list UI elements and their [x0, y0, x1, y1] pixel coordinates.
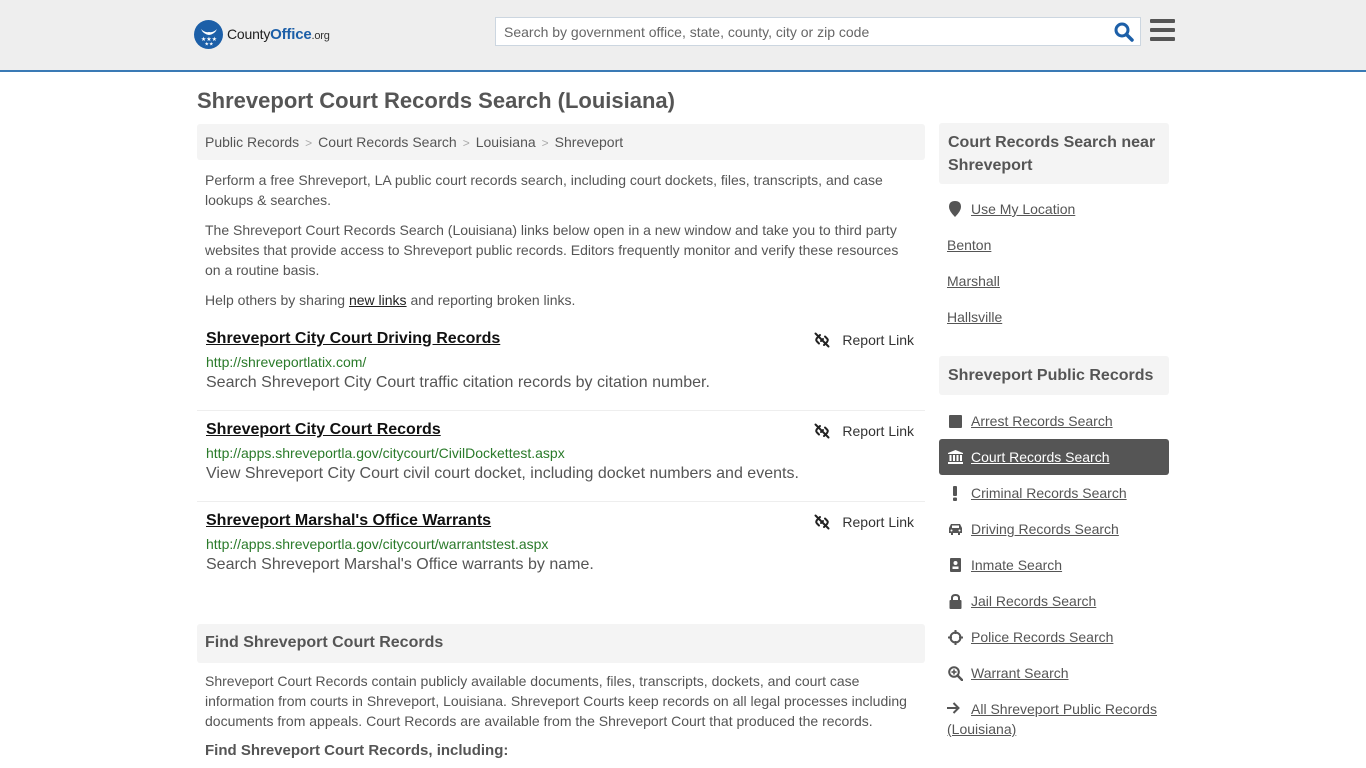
- arrow-right-icon: [947, 699, 963, 719]
- breadcrumb-court-records-search[interactable]: Court Records Search: [318, 134, 457, 150]
- search-icon: [1114, 22, 1134, 42]
- result-url: http://shreveportlatix.com/: [206, 354, 367, 370]
- new-links-link[interactable]: new links: [349, 292, 407, 308]
- find-section-body: Shreveport Court Records contain publicl…: [205, 673, 907, 729]
- breadcrumb-louisiana[interactable]: Louisiana: [476, 134, 536, 150]
- result-url: http://apps.shreveportla.gov/citycourt/w…: [206, 536, 549, 552]
- report-link-button[interactable]: Report Link: [814, 423, 914, 439]
- sidebar-item-driving-records[interactable]: Driving Records Search: [939, 511, 1169, 547]
- public-records-heading: Shreveport Public Records: [939, 356, 1169, 395]
- sidebar-item-court-records[interactable]: Court Records Search: [939, 439, 1169, 475]
- broken-link-icon: [814, 423, 830, 439]
- breadcrumb-separator: >: [305, 136, 313, 150]
- result-item: Shreveport City Court Driving Records ht…: [197, 320, 925, 411]
- result-title-link[interactable]: Shreveport City Court Driving Records: [206, 330, 500, 348]
- intro-paragraph-3: Help others by sharing new links and rep…: [205, 292, 576, 308]
- search-input[interactable]: [496, 18, 1106, 45]
- result-description: Search Shreveport Marshal's Office warra…: [206, 556, 594, 573]
- report-link-button[interactable]: Report Link: [814, 332, 914, 348]
- breadcrumb-shreveport[interactable]: Shreveport: [555, 134, 623, 150]
- nearby-heading: Court Records Search near Shreveport: [939, 123, 1169, 184]
- result-item: Shreveport City Court Records http://app…: [197, 411, 925, 502]
- all-public-records-link[interactable]: All Shreveport Public Records (Louisiana…: [947, 699, 1167, 739]
- result-description: View Shreveport City Court civil court d…: [206, 465, 799, 482]
- search-button[interactable]: [1114, 22, 1134, 42]
- broken-link-icon: [814, 332, 830, 348]
- courthouse-icon: [947, 449, 963, 465]
- eagle-logo-icon: ★★★ ★★: [194, 20, 223, 49]
- sidebar-item-police-records[interactable]: Police Records Search: [939, 619, 1169, 655]
- result-title-link[interactable]: Shreveport City Court Records: [206, 421, 441, 439]
- id-badge-icon: [947, 557, 963, 573]
- nearby-place-benton[interactable]: Benton: [947, 237, 991, 253]
- logo-link[interactable]: ★★★ ★★ CountyOffice.org: [194, 20, 330, 49]
- breadcrumb-public-records[interactable]: Public Records: [205, 134, 299, 150]
- map-marker-icon: [947, 201, 963, 217]
- sidebar-item-inmate-search[interactable]: Inmate Search: [939, 547, 1169, 583]
- square-icon: [947, 413, 963, 429]
- broken-link-icon: [814, 514, 830, 530]
- sidebar-item-criminal-records[interactable]: Criminal Records Search: [939, 475, 1169, 511]
- car-icon: [947, 521, 963, 537]
- result-url: http://apps.shreveportla.gov/citycourt/C…: [206, 445, 565, 461]
- breadcrumb-separator: >: [462, 136, 470, 150]
- lock-icon: [947, 593, 963, 609]
- intro-paragraph-1: Perform a free Shreveport, LA public cou…: [205, 172, 883, 208]
- site-search: [495, 17, 1141, 46]
- logo-wordmark: CountyOffice.org: [227, 26, 330, 43]
- breadcrumb: Public Records > Court Records Search > Loui…: [197, 124, 925, 160]
- nearby-place-marshall[interactable]: Marshall: [947, 273, 1000, 289]
- sidebar-item-warrant-search[interactable]: Warrant Search: [939, 655, 1169, 691]
- breadcrumb-separator: >: [541, 136, 549, 150]
- exclamation-icon: [947, 485, 963, 501]
- page-title: Shreveport Court Records Search (Louisia…: [197, 88, 675, 113]
- result-description: Search Shreveport City Court traffic cit…: [206, 374, 710, 391]
- find-section-subheading: Find Shreveport Court Records, including…: [205, 742, 509, 759]
- sidebar-item-jail-records[interactable]: Jail Records Search: [939, 583, 1169, 619]
- crosshairs-icon: [947, 629, 963, 645]
- zoom-in-icon: [947, 665, 963, 681]
- site-header: ★★★ ★★ CountyOffice.org: [0, 0, 1366, 72]
- hamburger-menu-icon[interactable]: [1150, 19, 1175, 42]
- report-link-button[interactable]: Report Link: [814, 514, 914, 530]
- nearby-place-hallsville[interactable]: Hallsville: [947, 309, 1002, 325]
- sidebar-item-arrest-records[interactable]: Arrest Records Search: [939, 403, 1169, 439]
- intro-paragraph-2: The Shreveport Court Records Search (Lou…: [205, 222, 899, 278]
- svg-text:★★: ★★: [204, 41, 213, 46]
- use-my-location-link[interactable]: Use My Location: [947, 201, 1075, 217]
- result-title-link[interactable]: Shreveport Marshal's Office Warrants: [206, 512, 491, 530]
- result-item: Shreveport Marshal's Office Warrants htt…: [197, 502, 925, 593]
- find-section-heading: Find Shreveport Court Records: [197, 624, 925, 663]
- results-list: Shreveport City Court Driving Records ht…: [197, 320, 925, 593]
